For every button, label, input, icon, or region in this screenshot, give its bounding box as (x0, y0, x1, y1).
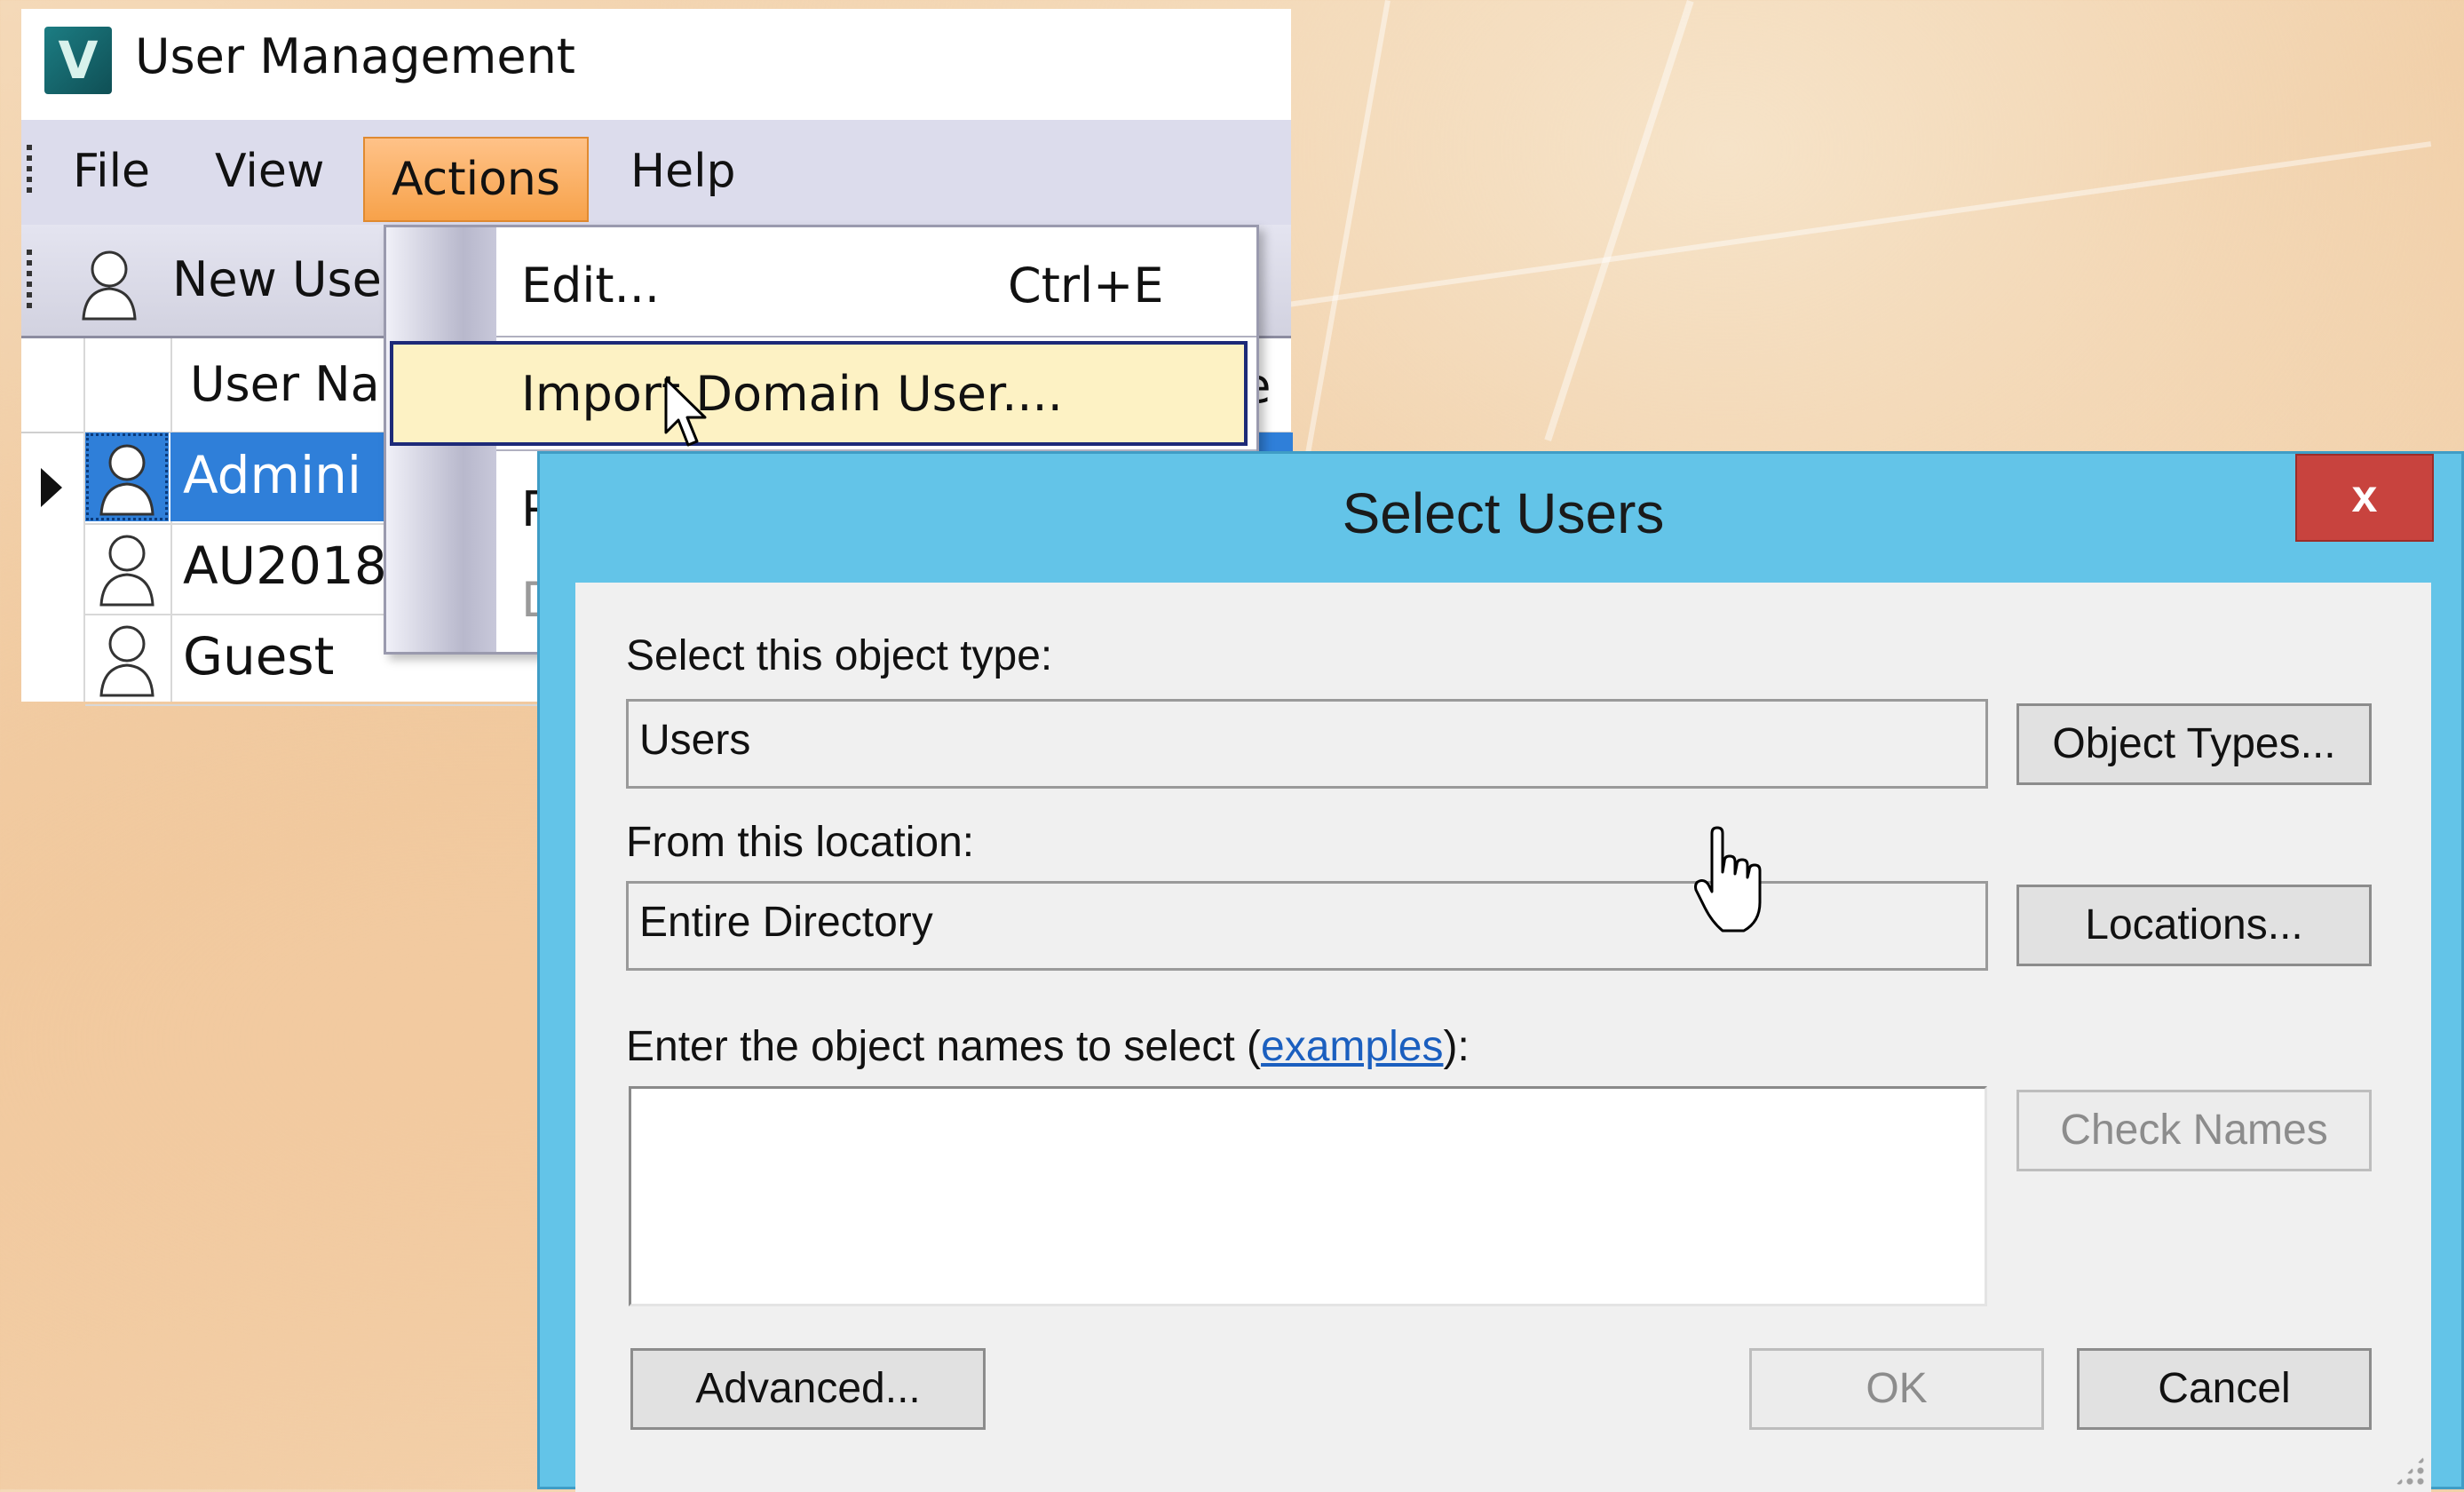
hand-cursor-icon (1692, 826, 1769, 940)
dialog-title: Select Users (1342, 481, 1665, 545)
user-icon (85, 614, 169, 702)
user-icon (85, 433, 169, 521)
menu-item-edit[interactable]: Edit... Ctrl+E (386, 231, 1256, 336)
resize-grip-icon[interactable] (2394, 1455, 2426, 1487)
menu-file[interactable]: File (73, 120, 150, 223)
background-line (1298, 0, 1390, 491)
user-name-cell: Admini (183, 445, 361, 505)
window-titlebar: V User Management (21, 9, 1291, 120)
check-names-button[interactable]: Check Names (2016, 1090, 2372, 1171)
menu-help[interactable]: Help (630, 120, 736, 223)
user-icon (85, 523, 169, 612)
menu-separator (496, 336, 1256, 337)
background-line (1544, 0, 1694, 442)
current-row-indicator-icon (41, 468, 62, 507)
user-icon (80, 246, 139, 321)
ok-button[interactable]: OK (1749, 1348, 2044, 1430)
location-field: Entire Directory (626, 881, 1988, 971)
menu-item-label: Edit... (521, 258, 661, 313)
dialog-body: Select this object type: Users Object Ty… (575, 583, 2431, 1492)
user-name-cell: Guest (183, 626, 335, 686)
object-type-field: Users (626, 699, 1988, 789)
cancel-button[interactable]: Cancel (2077, 1348, 2372, 1430)
examples-link[interactable]: examples (1261, 1023, 1443, 1070)
menu-item-import-domain-user[interactable]: Import Domain User.... (390, 341, 1248, 446)
menubar-grip-handle[interactable] (27, 145, 32, 198)
advanced-button[interactable]: Advanced... (630, 1348, 986, 1430)
menu-item-shortcut: Ctrl+E (1008, 258, 1164, 313)
menu-item-label: Import Domain User.... (521, 366, 1063, 422)
app-logo: V (44, 27, 112, 94)
menu-bar: File View Actions Help (21, 120, 1291, 225)
location-label: From this location: (626, 819, 975, 866)
object-names-label-text: Enter the object names to select ( (626, 1023, 1262, 1070)
close-icon: x (2351, 471, 2378, 522)
object-names-label: Enter the object names to select (exampl… (626, 1022, 1470, 1071)
locations-button[interactable]: Locations... (2016, 885, 2372, 966)
select-users-dialog: Select Users x Select this object type: … (537, 451, 2464, 1492)
menu-actions[interactable]: Actions (363, 137, 589, 222)
close-button[interactable]: x (2295, 454, 2434, 542)
object-names-input[interactable] (629, 1086, 1987, 1306)
column-header-user-name[interactable]: User Na (190, 356, 380, 412)
background-line (1287, 141, 2432, 307)
user-name-cell: AU2018 (183, 536, 387, 596)
object-type-label: Select this object type: (626, 632, 1053, 679)
new-user-label: New User (172, 251, 402, 307)
menu-view[interactable]: View (215, 120, 324, 223)
object-types-button[interactable]: Object Types... (2016, 703, 2372, 785)
object-names-label-suffix: ): (1443, 1023, 1470, 1070)
toolbar-grip-handle[interactable] (27, 250, 32, 308)
window-title: User Management (135, 28, 575, 84)
arrow-cursor-icon (664, 377, 709, 452)
